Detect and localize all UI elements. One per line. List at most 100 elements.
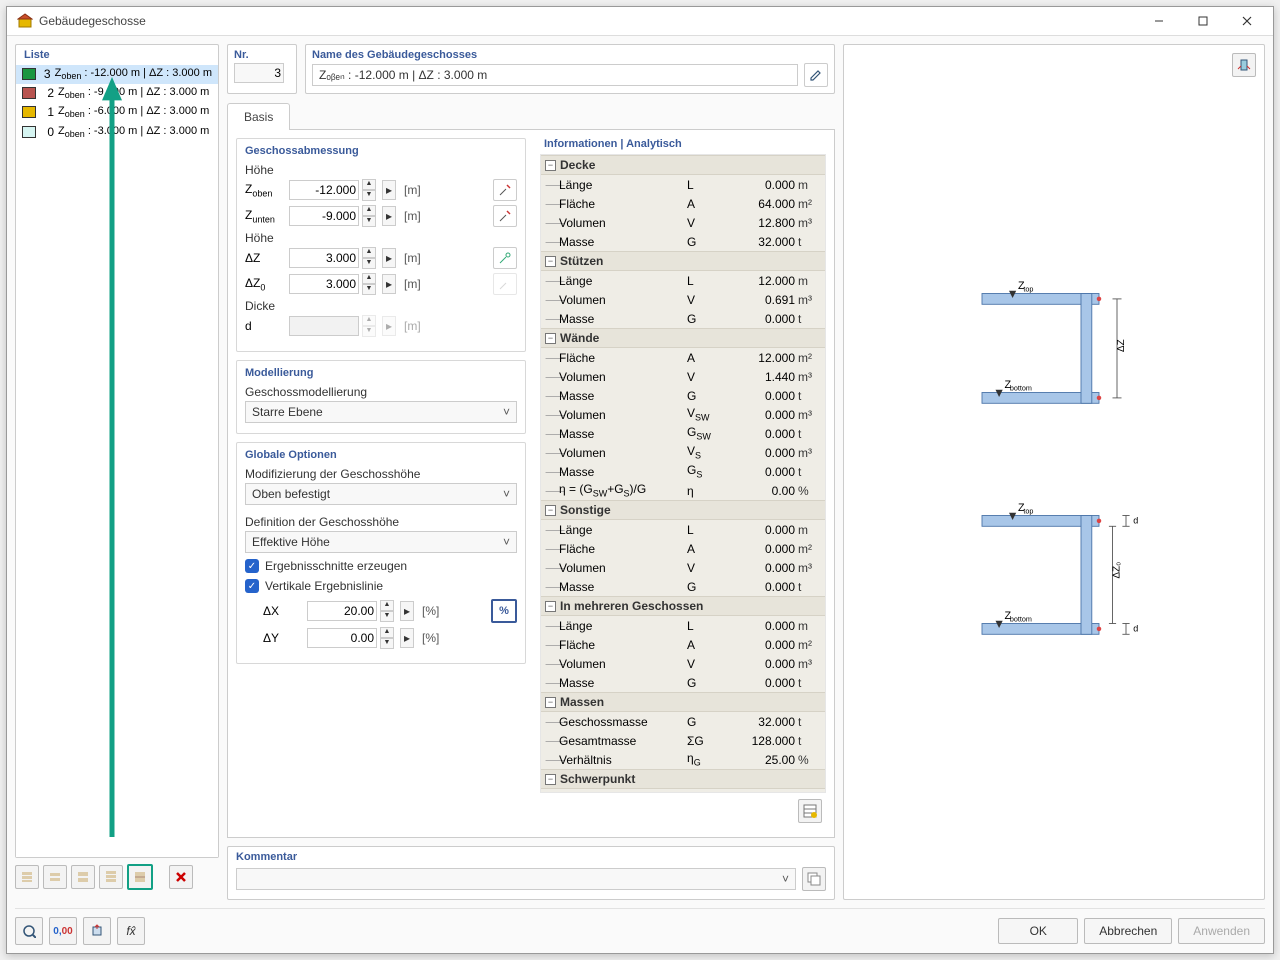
def-height-dropdown[interactable]: Effektive Höhe˅	[245, 531, 517, 553]
svg-text:bottom: bottom	[1010, 615, 1032, 624]
dims-title: Geschossabmessung	[245, 145, 517, 157]
minimize-button[interactable]	[1137, 7, 1181, 35]
info-row: ⸺η = (GSW+GS)/Gη0.00%	[541, 481, 825, 500]
storeys-stack-button[interactable]	[99, 865, 123, 889]
d-input	[289, 316, 359, 336]
vertical-result-line-checkbox[interactable]: ✓	[245, 579, 259, 593]
info-group-header[interactable]: −Decke	[541, 155, 825, 175]
info-group-header[interactable]: −In mehreren Geschossen	[541, 596, 825, 616]
z-oben-spin[interactable]: ▲▼	[362, 179, 376, 201]
info-row: ⸺GesamtmasseΣG128.000t	[541, 731, 825, 750]
info-row: ⸺VerhältnisηG25.00%	[541, 750, 825, 769]
info-row: ⸺FlächeA64.000m²	[541, 194, 825, 213]
info-row: ⸺MasseG0.000t	[541, 386, 825, 405]
nr-label: Nr.	[234, 47, 290, 63]
svg-text:top: top	[1023, 507, 1033, 516]
close-button[interactable]	[1225, 7, 1269, 35]
tab-strip: Basis	[227, 102, 835, 130]
info-row: ⸺VolumenVS0.000m³	[541, 443, 825, 462]
storeys-view-button[interactable]	[127, 864, 153, 890]
pick-dz0-button	[493, 273, 517, 295]
info-group-header[interactable]: −Massen	[541, 692, 825, 712]
list-body: 3Zoben : -12.000 m | ΔZ : 3.000 m2Zoben …	[16, 65, 218, 857]
svg-text:d: d	[1133, 516, 1138, 526]
edit-name-button[interactable]	[804, 63, 828, 87]
info-row: ⸺FlächeA0.000m²	[541, 539, 825, 558]
help-button[interactable]	[15, 917, 43, 945]
list-item[interactable]: 1Zoben : -6.000 m | ΔZ : 3.000 m	[16, 103, 218, 122]
name-label: Name des Gebäudegeschosses	[312, 47, 828, 63]
global-options-group: Globale Optionen Modifizierung der Gesch…	[236, 442, 526, 664]
storey-diagram-dz: Ztop Zbottom ΔZ	[964, 271, 1144, 433]
dz0-input[interactable]	[289, 274, 359, 294]
z-oben-key: Zoben	[245, 182, 285, 198]
info-row: ⸺MasseG0.000t	[541, 309, 825, 328]
generate-button[interactable]	[83, 917, 111, 945]
info-table-button[interactable]	[798, 799, 822, 823]
info-row: ⸺MasseGSW0.000t	[541, 424, 825, 443]
pick-z-unten-button[interactable]	[493, 205, 517, 227]
comment-box: Kommentar ˅	[227, 846, 835, 900]
name-box: Name des Gebäudegeschosses	[305, 44, 835, 94]
info-row: ⸺FlächeA12.000m²	[541, 348, 825, 367]
svg-text:d: d	[1133, 624, 1138, 634]
app-icon	[17, 13, 33, 29]
info-group-header[interactable]: −Schwerpunkt	[541, 769, 825, 789]
list-item[interactable]: 0Zoben : -3.000 m | ΔZ : 3.000 m	[16, 123, 218, 142]
pick-z-oben-button[interactable]	[493, 179, 517, 201]
info-row: ⸺FlächeA0.000m²	[541, 635, 825, 654]
cancel-button[interactable]: Abbrechen	[1084, 918, 1172, 944]
z-oben-input[interactable]	[289, 180, 359, 200]
z-unten-input[interactable]	[289, 206, 359, 226]
function-button[interactable]: fx̂	[117, 917, 145, 945]
titlebar: Gebäudegeschosse	[7, 7, 1273, 36]
list-toolbar	[15, 858, 219, 900]
info-group-header[interactable]: −Sonstige	[541, 500, 825, 520]
apply-button[interactable]: Anwenden	[1178, 918, 1265, 944]
z-unten-spin[interactable]: ▲▼	[362, 205, 376, 227]
list-item[interactable]: 2Zoben : -9.000 m | ΔZ : 3.000 m	[16, 84, 218, 103]
svg-text:bottom: bottom	[1010, 384, 1032, 393]
delete-storey-button[interactable]	[169, 865, 193, 889]
add-storey-top-button[interactable]	[15, 865, 39, 889]
info-row: ⸺GeschossmasseG32.000t	[541, 712, 825, 731]
info-row: ⸺VolumenV0.000m³	[541, 558, 825, 577]
maximize-button[interactable]	[1181, 7, 1225, 35]
comment-title: Kommentar	[236, 851, 826, 867]
percent-button[interactable]: %	[491, 599, 517, 623]
info-row: ⸺VolumenV1.440m³	[541, 367, 825, 386]
preview-settings-button[interactable]	[1232, 53, 1256, 77]
comment-input[interactable]: ˅	[236, 868, 796, 890]
modelling-group: Modellierung Geschossmodellierung Starre…	[236, 360, 526, 434]
list-item[interactable]: 3Zoben : -12.000 m | ΔZ : 3.000 m	[16, 65, 218, 84]
model-dropdown[interactable]: Starre Ebene˅	[245, 401, 517, 423]
dx-input[interactable]	[307, 601, 377, 621]
info-row: ⸺VolumenVSW0.000m³	[541, 405, 825, 424]
results-sections-checkbox[interactable]: ✓	[245, 559, 259, 573]
nr-input[interactable]	[234, 63, 284, 83]
add-storey-button[interactable]	[43, 865, 67, 889]
duplicate-storey-button[interactable]	[71, 865, 95, 889]
window-title: Gebäudegeschosse	[39, 14, 1137, 28]
dimensions-group: Geschossabmessung Höhe Zoben ▲▼ ▸ [m]	[236, 138, 526, 352]
z-unten-key: Zunten	[245, 208, 285, 224]
mod-height-dropdown[interactable]: Oben befestigt˅	[245, 483, 517, 505]
list-heading: Liste	[16, 45, 218, 65]
z-unten-step[interactable]: ▸	[382, 206, 396, 226]
info-title: Informationen | Analytisch	[540, 138, 826, 154]
info-row: ⸺MasseG32.000t	[541, 232, 825, 251]
z-oben-step[interactable]: ▸	[382, 180, 396, 200]
info-group-header[interactable]: −Wände	[541, 328, 825, 348]
dialog-footer: 0,00 fx̂ OK Abbrechen Anwenden	[15, 908, 1265, 953]
dy-input[interactable]	[307, 628, 377, 648]
info-group-header[interactable]: −Stützen	[541, 251, 825, 271]
info-scroll[interactable]: −Decke⸺LängeL0.000m⸺FlächeA64.000m²⸺Volu…	[540, 154, 826, 793]
name-input[interactable]	[312, 64, 798, 86]
tab-basis[interactable]: Basis	[227, 103, 290, 130]
dz-input[interactable]	[289, 248, 359, 268]
units-button[interactable]: 0,00	[49, 917, 77, 945]
ok-button[interactable]: OK	[998, 918, 1078, 944]
pick-dz-button[interactable]	[493, 247, 517, 269]
comment-list-button[interactable]	[802, 867, 826, 891]
svg-text:ΔZ: ΔZ	[1116, 339, 1127, 352]
